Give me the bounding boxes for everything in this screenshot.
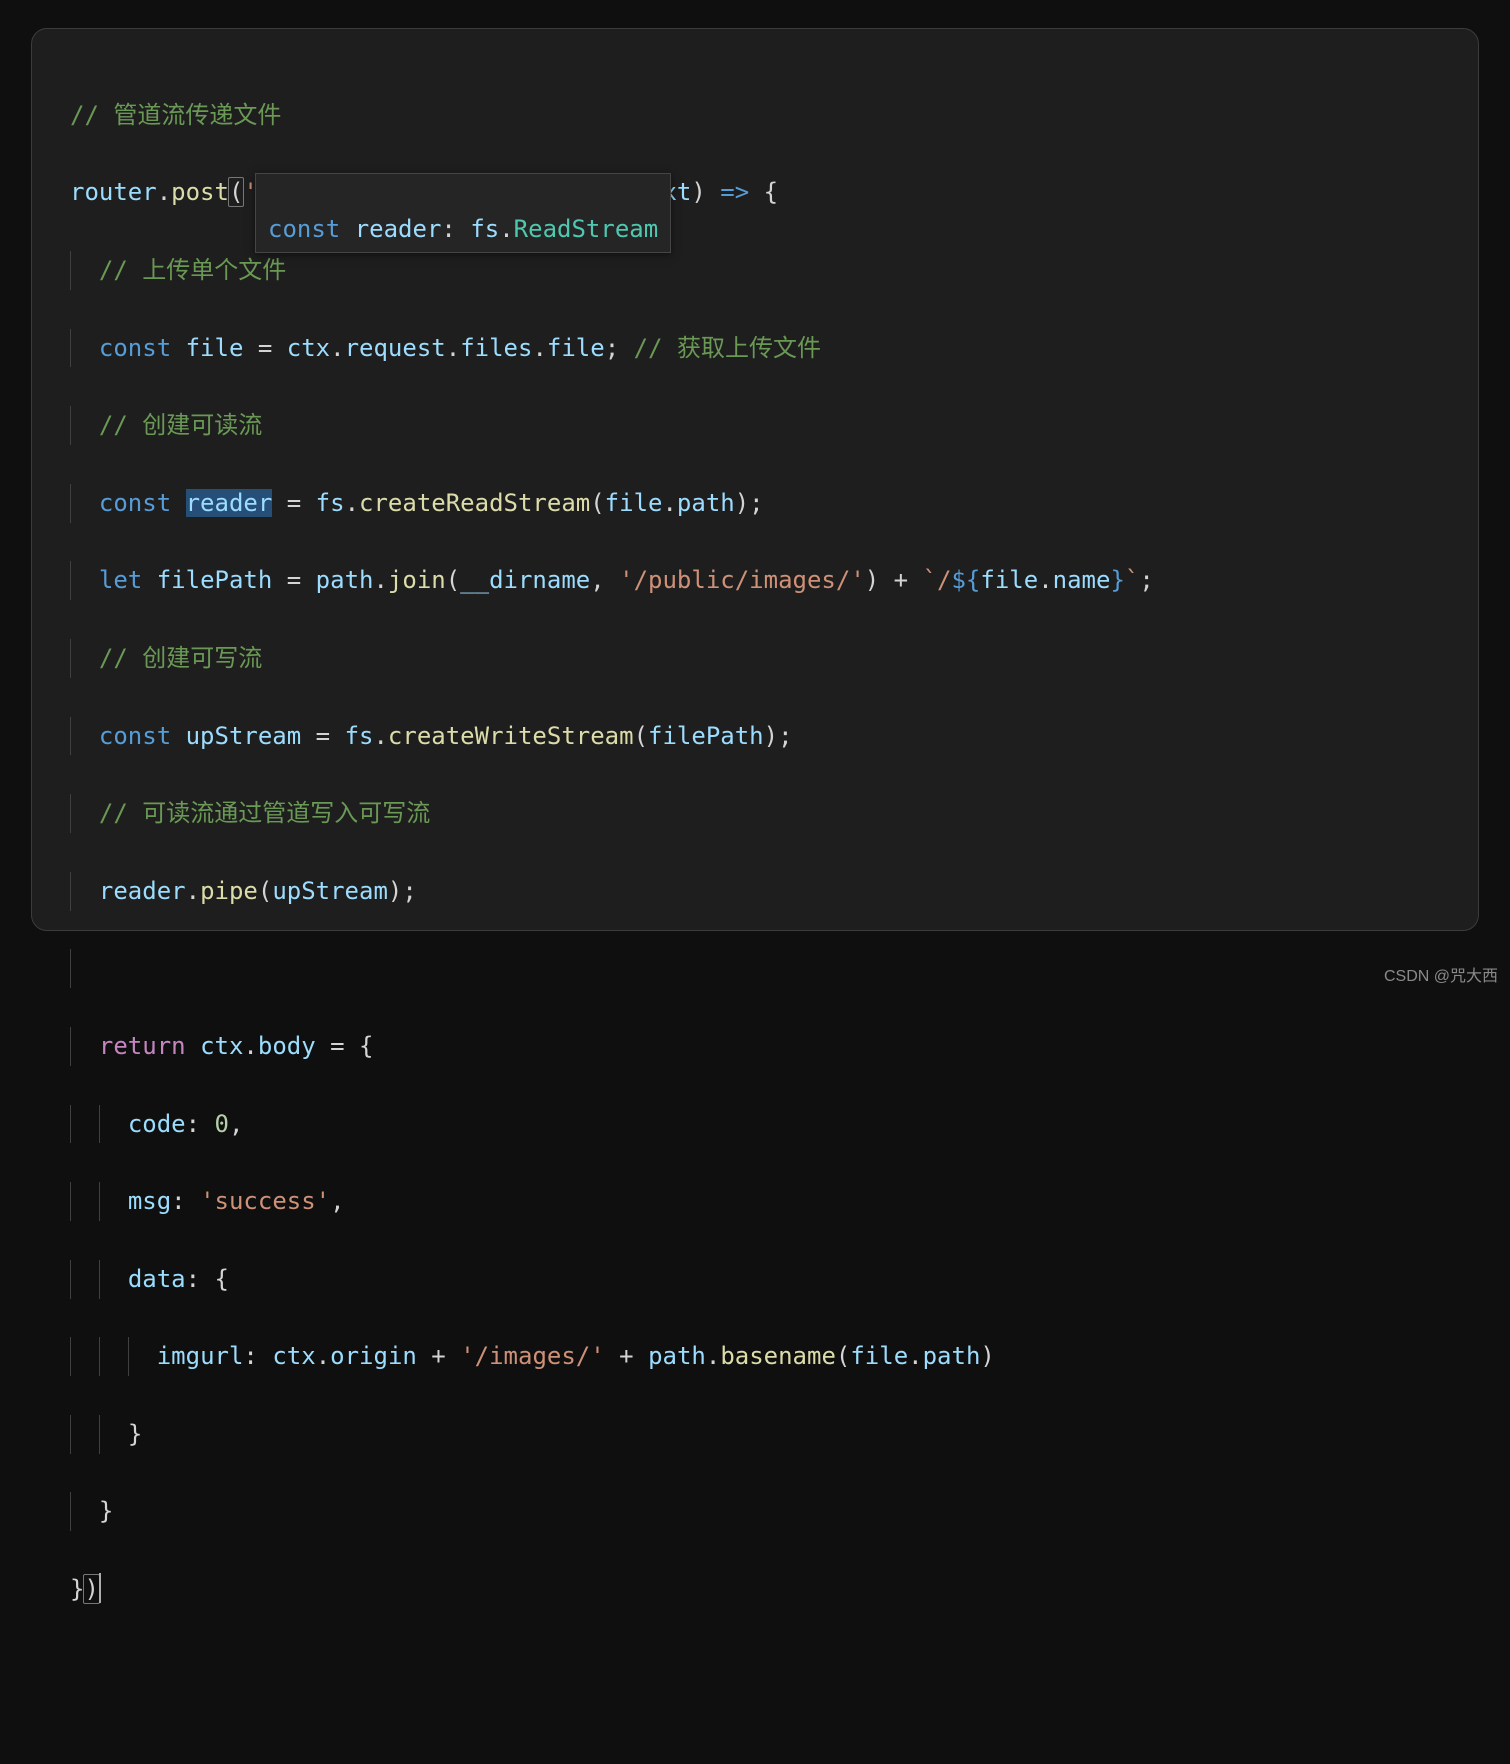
code-line: // 管道流传递文件 bbox=[70, 96, 1440, 135]
ident: router bbox=[70, 178, 157, 206]
watermark: CSDN @咒大西 bbox=[1384, 962, 1498, 986]
method: post bbox=[171, 178, 229, 206]
code-editor-frame: // 管道流传递文件 router.post('/uploadfile', as… bbox=[31, 28, 1479, 931]
comment: // 创建可写流 bbox=[99, 644, 262, 672]
text-cursor bbox=[99, 1573, 101, 1603]
comment: // 创建可读流 bbox=[99, 411, 262, 439]
comment: // 获取上传文件 bbox=[634, 334, 821, 362]
hover-tooltip: const reader: fs.ReadStream bbox=[255, 173, 671, 253]
comment: // 管道流传递文件 bbox=[70, 101, 281, 129]
var: file bbox=[186, 334, 244, 362]
comment: // 上传单个文件 bbox=[99, 256, 286, 284]
method: createReadStream bbox=[359, 489, 590, 517]
keyword: const bbox=[99, 334, 171, 362]
paren-open: ( bbox=[228, 177, 244, 207]
var-selected: reader bbox=[186, 489, 273, 517]
code-block: // 管道流传递文件 router.post('/uploadfile', as… bbox=[70, 57, 1440, 1764]
comment: // 可读流通过管道写入可写流 bbox=[99, 799, 430, 827]
paren-close: ) bbox=[83, 1574, 99, 1604]
keyword-return: return bbox=[99, 1032, 186, 1060]
